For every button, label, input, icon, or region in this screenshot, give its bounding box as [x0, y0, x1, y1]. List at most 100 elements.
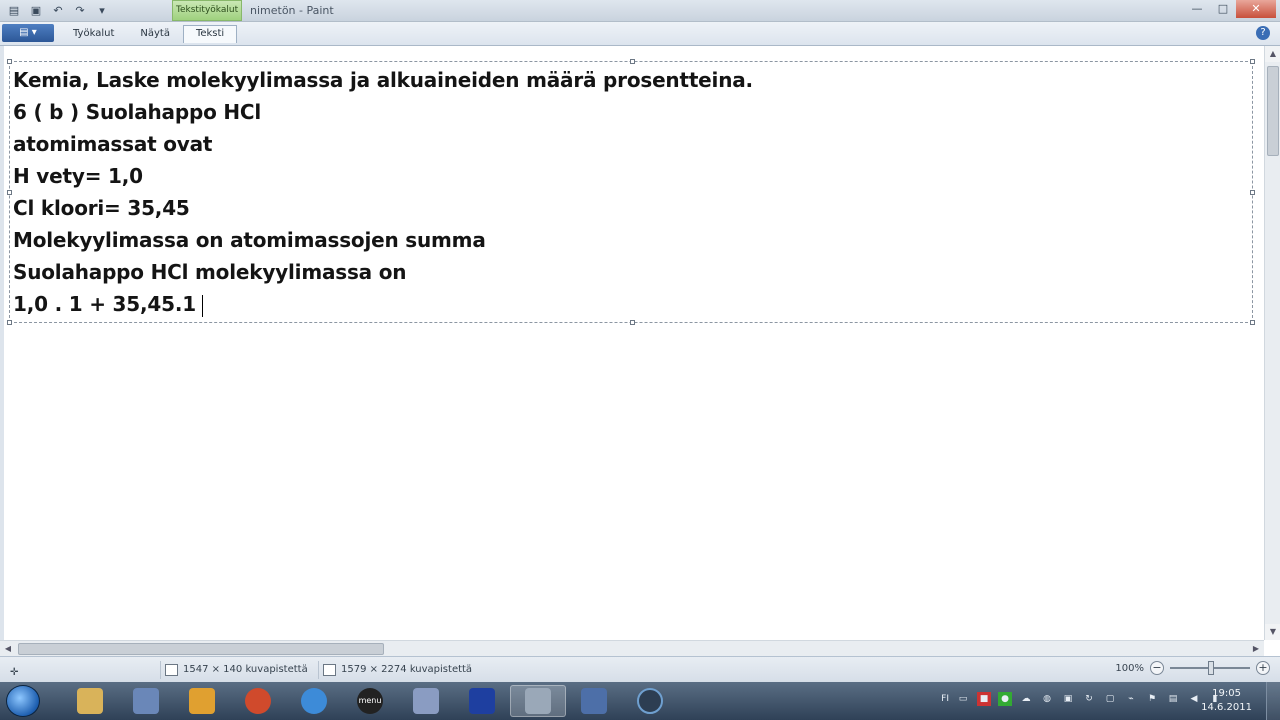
zoom-level: 100%: [1115, 662, 1144, 674]
taskbar-menu[interactable]: menu: [342, 685, 398, 717]
start-button[interactable]: [6, 685, 40, 717]
context-tab-label: Tekstityökalut: [172, 0, 242, 21]
quick-access-toolbar: ▤ ▣ ↶ ↷ ▾: [6, 3, 110, 18]
title-bar: ▤ ▣ ↶ ↷ ▾ Tekstityökalut nimetön - Paint…: [0, 0, 1280, 22]
maximize-button[interactable]: □: [1210, 0, 1236, 18]
taskbar-settings[interactable]: [510, 685, 566, 717]
language-indicator[interactable]: FI: [941, 692, 949, 706]
taskbar-save[interactable]: [566, 685, 622, 717]
horizontal-scrollbar[interactable]: ◀ ▶: [0, 640, 1264, 656]
cloud-icon[interactable]: ☁: [1019, 692, 1033, 706]
resize-handle-bottom-right[interactable]: [1250, 320, 1255, 325]
scroll-up-icon[interactable]: ▲: [1265, 46, 1280, 62]
volume-icon[interactable]: ◀: [1187, 692, 1201, 706]
resize-handle-bottom[interactable]: [630, 320, 635, 325]
usb-icon[interactable]: ⌁: [1124, 692, 1138, 706]
clock[interactable]: 19:05 14.6.2011: [1201, 687, 1252, 715]
resize-handle-top-right[interactable]: [1250, 59, 1255, 64]
undo-icon[interactable]: ↶: [50, 3, 66, 18]
resize-handle-right[interactable]: [1250, 190, 1255, 195]
vertical-scrollbar[interactable]: ▲ ▼: [1264, 46, 1280, 640]
update-icon[interactable]: ●: [998, 692, 1012, 706]
scroll-right-icon[interactable]: ▶: [1248, 641, 1264, 657]
vertical-scroll-thumb[interactable]: [1267, 66, 1279, 156]
zoom-in-button[interactable]: +: [1256, 661, 1270, 675]
window-title: nimetön - Paint: [250, 4, 334, 17]
text-line: Kemia, Laske molekyylimassa ja alkuainei…: [13, 68, 753, 92]
current-line-text: 1,0 . 1 + 35,45.1: [13, 292, 196, 316]
text-line: atomimassat ovat: [13, 132, 213, 156]
image-size-cell: 1579 × 2274 kuvapistettä: [318, 661, 488, 679]
tools-icon: [133, 688, 159, 714]
taskbar: menu FI ▭ ■ ● ☁ ◍ ▣ ↻ ▢ ⌁ ⚑ ▤ ◀ ▮ 19:05 …: [0, 682, 1280, 720]
resize-handle-bottom-left[interactable]: [7, 320, 12, 325]
ribbon-tabs-bar: ▤ ▾ Työkalut Näytä Teksti ?: [0, 22, 1280, 46]
resize-handle-top-left[interactable]: [7, 59, 12, 64]
close-button[interactable]: ✕: [1236, 0, 1276, 18]
text-cursor: [201, 294, 203, 317]
scroll-down-icon[interactable]: ▼: [1265, 624, 1280, 640]
media-icon: [189, 688, 215, 714]
keyboard-icon[interactable]: ▭: [956, 692, 970, 706]
ie-icon: [301, 688, 327, 714]
save-icon[interactable]: ▣: [28, 3, 44, 18]
image-size-icon: [323, 664, 336, 676]
antivirus-icon[interactable]: ■: [977, 692, 991, 706]
taskbar-paint[interactable]: [398, 685, 454, 717]
taskbar-network[interactable]: [454, 685, 510, 717]
clock-time: 19:05: [1212, 688, 1241, 699]
menu-icon: menu: [357, 688, 383, 714]
text-line: H vety= 1,0: [13, 164, 143, 188]
tab-text[interactable]: Teksti: [182, 25, 238, 43]
paint-app-icon[interactable]: ▤: [6, 3, 22, 18]
selection-icon: [165, 664, 178, 676]
zoom-slider[interactable]: [1170, 661, 1250, 675]
recorder-icon: [637, 688, 663, 714]
zoom-out-button[interactable]: −: [1150, 661, 1164, 675]
browser-icon: [245, 688, 271, 714]
app-menu-button[interactable]: ▤ ▾: [2, 24, 54, 42]
folder-icon: [77, 688, 103, 714]
crosshair-icon: ✛: [10, 667, 19, 678]
flag-icon[interactable]: ⚑: [1145, 692, 1159, 706]
globe-icon[interactable]: ◍: [1040, 692, 1054, 706]
taskbar-recorder[interactable]: [622, 685, 678, 717]
network-icon: [469, 688, 495, 714]
device-icon[interactable]: ▣: [1061, 692, 1075, 706]
display-icon[interactable]: ▢: [1103, 692, 1117, 706]
taskbar-tools[interactable]: [118, 685, 174, 717]
text-line: 6 ( b ) Suolahappo HCl: [13, 100, 262, 124]
minimize-button[interactable]: —: [1184, 0, 1210, 18]
text-box[interactable]: Kemia, Laske molekyylimassa ja alkuainei…: [7, 59, 1255, 325]
clock-date: 14.6.2011: [1201, 702, 1252, 713]
network-tray-icon[interactable]: ▤: [1166, 692, 1180, 706]
taskbar-browser[interactable]: [230, 685, 286, 717]
tab-view[interactable]: Näytä: [127, 25, 183, 43]
canvas-area[interactable]: Kemia, Laske molekyylimassa ja alkuainei…: [0, 46, 1264, 640]
taskbar-media[interactable]: [174, 685, 230, 717]
scroll-left-icon[interactable]: ◀: [0, 641, 16, 657]
resize-handle-left[interactable]: [7, 190, 12, 195]
status-bar: ✛ 1547 × 140 kuvapistettä 1579 × 2274 ku…: [0, 656, 1280, 682]
show-desktop-button[interactable]: [1266, 682, 1280, 720]
ribbon-tabs: Työkalut Näytä Teksti: [60, 25, 238, 43]
text-line: Molekyylimassa on atomimassojen summa: [13, 228, 486, 252]
image-size: 1579 × 2274 kuvapistettä: [341, 664, 473, 675]
system-tray: FI ▭ ■ ● ☁ ◍ ▣ ↻ ▢ ⌁ ⚑ ▤ ◀ ▮: [941, 692, 1222, 706]
redo-icon[interactable]: ↷: [72, 3, 88, 18]
tab-tools[interactable]: Työkalut: [60, 25, 127, 43]
help-icon[interactable]: ?: [1256, 26, 1270, 40]
text-line: Suolahappo HCl molekyylimassa on: [13, 260, 407, 284]
canvas-left-edge: [0, 46, 4, 640]
save-icon: [581, 688, 607, 714]
selection-size: 1547 × 140 kuvapistettä: [183, 664, 308, 675]
taskbar-ie[interactable]: [286, 685, 342, 717]
zoom-slider-knob[interactable]: [1208, 661, 1214, 675]
sync-icon[interactable]: ↻: [1082, 692, 1096, 706]
horizontal-scroll-thumb[interactable]: [18, 643, 384, 655]
qat-dropdown-icon[interactable]: ▾: [94, 3, 110, 18]
taskbar-explorer[interactable]: [62, 685, 118, 717]
selection-size-cell: 1547 × 140 kuvapistettä: [160, 661, 310, 679]
resize-handle-top[interactable]: [630, 59, 635, 64]
taskbar-icons: menu: [62, 685, 678, 717]
